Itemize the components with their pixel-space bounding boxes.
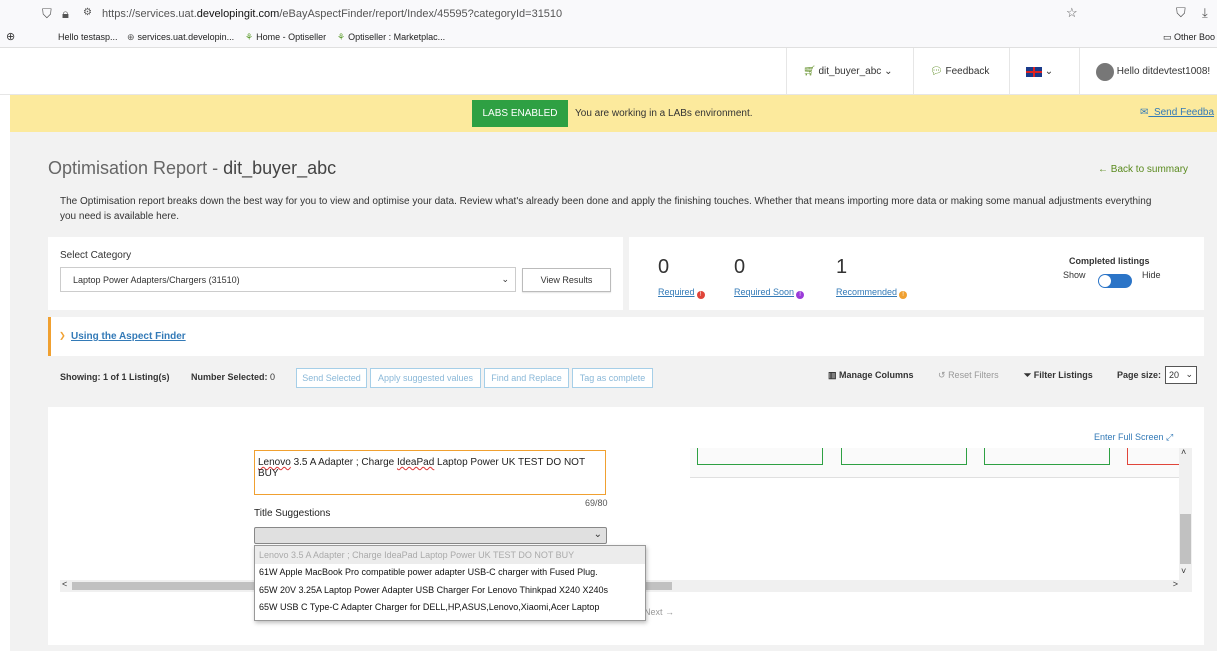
report-description: The Optimisation report breaks down the … [60, 196, 1152, 222]
required-soon-count: 0 [734, 256, 746, 278]
bookmarks-bar: ⊕ Hello testasp... ⊕ services.uat.develop… [0, 28, 1217, 48]
aspect-cell[interactable] [984, 448, 1110, 465]
number-selected: Number Selected: 0 [191, 372, 276, 382]
title-input[interactable]: Lenovo 3.5 A Adapter ; Charge IdeaPad La… [254, 450, 606, 495]
aspect-cell[interactable] [841, 448, 967, 465]
info-icon: ! [899, 291, 908, 299]
enter-full-screen-link[interactable]: Enter Full Screen ⤢ [1094, 432, 1173, 443]
suggestion-option[interactable]: 65W 20V 3.25A Laptop Power Adapter USB C… [255, 581, 645, 599]
undo-icon: ↺ [938, 370, 946, 380]
scroll-down-icon[interactable]: ˅ [1181, 566, 1186, 576]
avatar [1096, 62, 1114, 81]
completed-listings-label: Completed listings [1069, 256, 1150, 266]
suggestion-option[interactable]: 61W Apple MacBook Pro compatible power a… [255, 564, 645, 582]
next-page-button[interactable]: Next → [644, 607, 674, 617]
suggestion-option[interactable]: 65W USB C Type-C Adapter Charger for DEL… [255, 599, 645, 617]
using-aspect-finder-link[interactable]: Using the Aspect Finder [71, 331, 186, 342]
vertical-scrollbar[interactable]: ˄ ˅ [1179, 447, 1192, 580]
page-size-select[interactable]: 20 ⌄ [1165, 366, 1197, 384]
aspect-finder-guide: ❯ Using the Aspect Finder [48, 317, 1204, 356]
lock-icon: 🔒︎ [62, 6, 69, 21]
bookmark-item[interactable]: Hello testasp... [58, 32, 118, 42]
back-to-summary-link[interactable]: ← Back to summary [1098, 164, 1188, 175]
account-dropdown[interactable]: 🛒︎ dit_buyer_abc ⌄ [786, 48, 913, 95]
apply-suggested-values-button[interactable]: Apply suggested values [370, 368, 481, 388]
permissions-icon[interactable]: ⚙ [83, 7, 92, 18]
aspect-cell[interactable] [697, 448, 823, 465]
globe-icon: ⊕ [6, 31, 16, 43]
scroll-up-icon[interactable]: ˄ [1181, 447, 1186, 457]
category-select[interactable]: Laptop Power Adapters/Chargers (31510) ⌄ [60, 267, 516, 292]
bookmark-item[interactable]: ⚘ Home - Optiseller [245, 32, 326, 43]
chevron-down-icon: ⌄ [501, 274, 509, 284]
chevron-down-icon: ⌄ [593, 529, 602, 540]
title-suggestions-dropdown: Lenovo 3.5 A Adapter ; Charge IdeaPad La… [254, 545, 646, 621]
comment-icon: 💬︎ [930, 66, 943, 77]
send-selected-button[interactable]: Send Selected [296, 368, 367, 388]
bookmark-item[interactable]: ⊕ services.uat.developin... [127, 32, 234, 43]
filter-icon: ⏷ [1024, 370, 1032, 380]
info-icon: ! [696, 291, 705, 299]
scroll-left-icon[interactable]: < [62, 579, 67, 589]
envelope-icon: ✉ [1140, 107, 1149, 118]
reset-filters-button[interactable]: ↺ Reset Filters [938, 370, 999, 381]
send-feedback-link[interactable]: ✉ Send Feedba [1140, 107, 1214, 118]
required-count: 0 [658, 256, 670, 278]
browser-url-bar[interactable]: ⛉ 🔒︎ ⚙ https://services.uat.developingit… [0, 0, 1217, 28]
labs-message: You are working in a LABs environment. [575, 108, 753, 119]
show-label: Show [1063, 270, 1086, 280]
title-suggestions-select[interactable]: ⌄ [254, 527, 607, 544]
uk-flag-icon [1026, 66, 1042, 77]
required-soon-link[interactable]: Required Soon! [734, 287, 805, 299]
view-results-button[interactable]: View Results [522, 268, 611, 292]
recommended-count: 1 [836, 256, 848, 278]
filter-listings-button[interactable]: ⏷ Filter Listings [1024, 370, 1093, 381]
page-size-label: Page size: [1117, 370, 1162, 380]
cart-icon: 🛒︎ [803, 66, 816, 77]
info-icon: ! [796, 291, 805, 299]
expand-icon: ⤢ [1166, 432, 1174, 442]
labs-enabled-badge: LABS ENABLED [472, 100, 568, 127]
title-suggestions-label: Title Suggestions [254, 508, 331, 519]
url-text[interactable]: https://services.uat.developingit.com/eB… [102, 8, 562, 20]
chevron-down-icon: ⌄ [1042, 66, 1054, 77]
chevron-down-icon: ⌄ [881, 66, 893, 77]
chevron-circle-icon: ❯ [59, 331, 66, 340]
bookmark-item[interactable]: ⚘ Optiseller : Marketplac... [337, 32, 445, 43]
user-menu[interactable]: Hello ditdevtest1008! [1079, 48, 1217, 95]
shield-icon: ⛉ [42, 6, 52, 21]
language-dropdown[interactable]: ⌄ [1009, 48, 1079, 95]
other-bookmarks[interactable]: ▭ Other Boo [1163, 32, 1215, 43]
columns-icon: ▥ [828, 370, 837, 380]
hide-label: Hide [1142, 270, 1161, 280]
feedback-link[interactable]: 💬︎ Feedback [913, 48, 1009, 95]
suggestion-option: Lenovo 3.5 A Adapter ; Charge IdeaPad La… [255, 546, 645, 564]
aspect-cell[interactable] [1127, 448, 1179, 465]
bookmark-star-icon[interactable]: ☆ [1066, 5, 1078, 21]
scroll-right-icon[interactable]: > [1173, 579, 1178, 589]
required-link[interactable]: Required! [658, 287, 705, 299]
labs-banner: LABS ENABLED You are working in a LABs e… [10, 95, 1217, 132]
download-icon[interactable]: ⤓ [1202, 5, 1208, 21]
tag-as-complete-button[interactable]: Tag as complete [572, 368, 653, 388]
manage-columns-button[interactable]: ▥ Manage Columns [828, 370, 914, 381]
chevron-down-icon: ⌄ [1185, 369, 1193, 379]
completed-listings-toggle[interactable] [1098, 274, 1132, 288]
recommended-link[interactable]: Recommended! [836, 287, 908, 299]
title-char-count: 69/80 [585, 498, 608, 508]
page-title: Optimisation Report - dit_buyer_abc [48, 158, 337, 178]
find-and-replace-button[interactable]: Find and Replace [484, 368, 569, 388]
showing-count: Showing: 1 of 1 Listing(s) [60, 372, 170, 382]
select-category-label: Select Category [60, 250, 132, 261]
app-header: 🛒︎ dit_buyer_abc ⌄ 💬︎ Feedback ⌄ Hello d… [0, 48, 1217, 95]
pocket-icon[interactable]: ⛉ [1176, 5, 1186, 21]
